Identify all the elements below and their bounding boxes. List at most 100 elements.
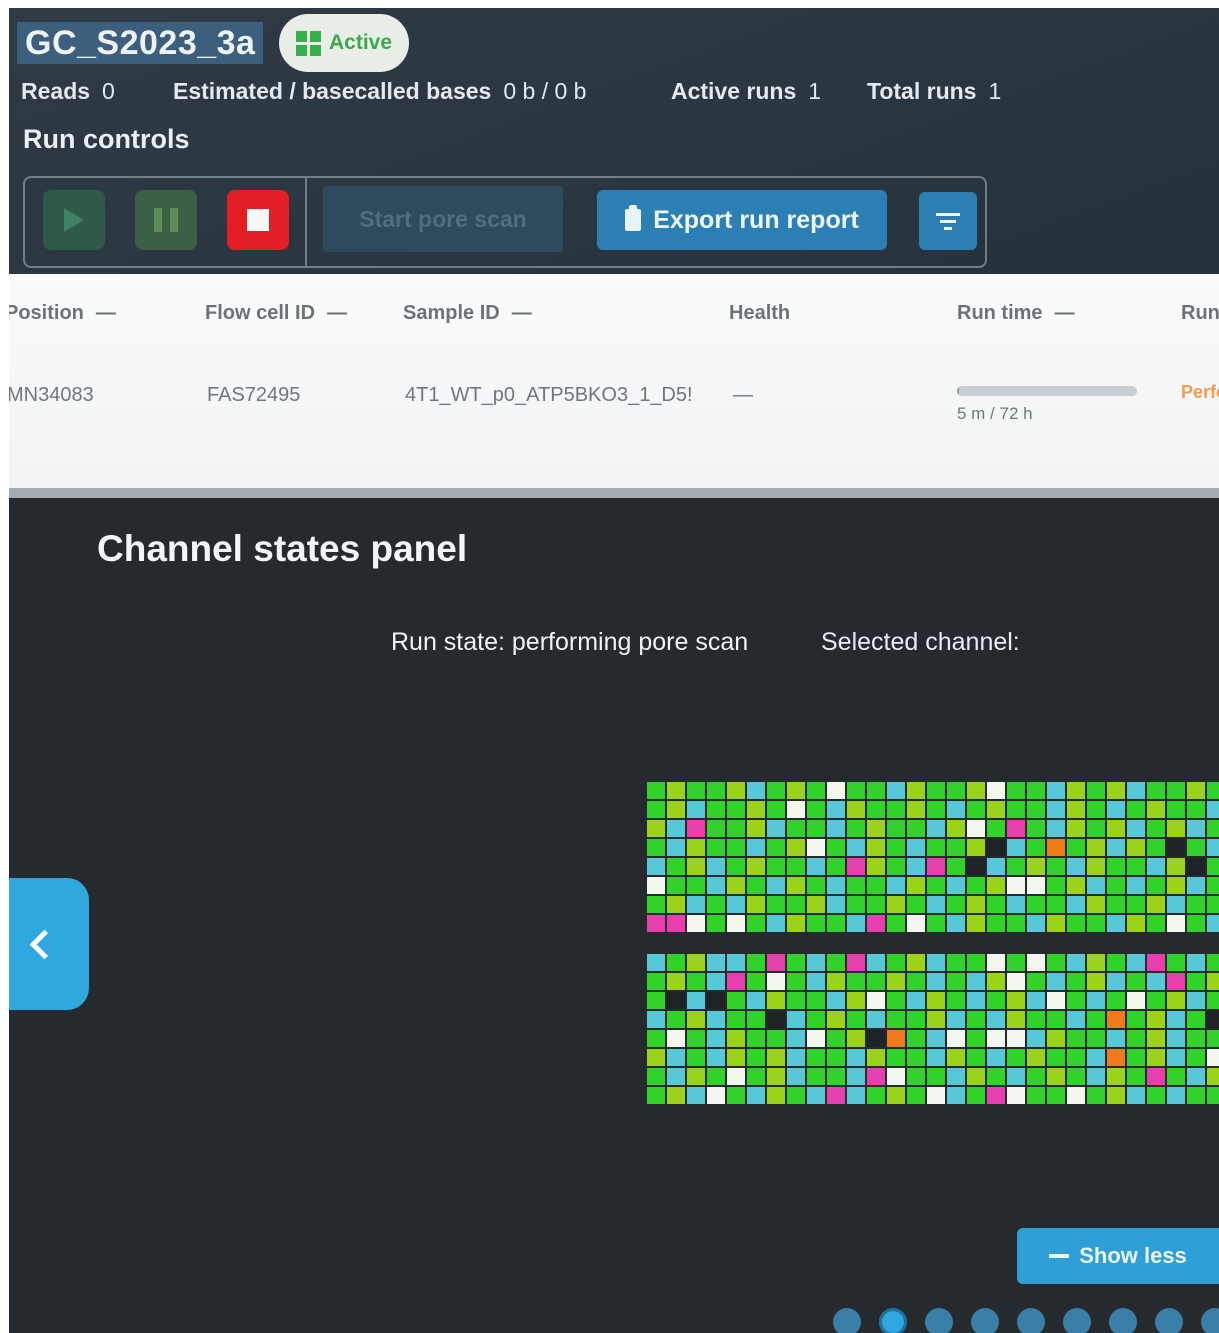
channel-cell[interactable] xyxy=(647,1087,665,1104)
channel-cell[interactable] xyxy=(1147,782,1165,799)
channel-cell[interactable] xyxy=(947,1068,965,1085)
channel-cell[interactable] xyxy=(647,915,665,932)
channel-cell[interactable] xyxy=(847,820,865,837)
channel-cell[interactable] xyxy=(767,915,785,932)
channel-cell[interactable] xyxy=(687,954,705,971)
channel-cell[interactable] xyxy=(787,858,805,875)
channel-cell[interactable] xyxy=(847,858,865,875)
channel-cell[interactable] xyxy=(967,1030,985,1047)
channel-cell[interactable] xyxy=(1127,839,1145,856)
channel-cell[interactable] xyxy=(1187,1068,1205,1085)
channel-cell[interactable] xyxy=(787,896,805,913)
channel-cell[interactable] xyxy=(747,896,765,913)
channel-cell[interactable] xyxy=(1007,915,1025,932)
channel-cell[interactable] xyxy=(1107,877,1125,894)
channel-cell[interactable] xyxy=(987,1030,1005,1047)
page-dot[interactable] xyxy=(971,1308,999,1333)
channel-cell[interactable] xyxy=(927,915,945,932)
channel-cell[interactable] xyxy=(867,820,885,837)
channel-cell[interactable] xyxy=(747,992,765,1009)
channel-cell[interactable] xyxy=(847,877,865,894)
channel-cell[interactable] xyxy=(1087,973,1105,990)
channel-cell[interactable] xyxy=(827,782,845,799)
channel-cell[interactable] xyxy=(1167,1049,1185,1066)
channel-cell[interactable] xyxy=(787,801,805,818)
channel-cell[interactable] xyxy=(1147,858,1165,875)
channel-cell[interactable] xyxy=(1167,896,1185,913)
channel-cell[interactable] xyxy=(747,973,765,990)
channel-cell[interactable] xyxy=(947,992,965,1009)
channel-cell[interactable] xyxy=(1207,801,1219,818)
channel-cell[interactable] xyxy=(1187,973,1205,990)
channel-cell[interactable] xyxy=(1027,782,1045,799)
channel-cell[interactable] xyxy=(1087,954,1105,971)
channel-cell[interactable] xyxy=(1007,858,1025,875)
channel-cell[interactable] xyxy=(667,820,685,837)
channel-cell[interactable] xyxy=(827,1030,845,1047)
export-run-report-button[interactable]: Export run report xyxy=(597,190,887,250)
channel-cell[interactable] xyxy=(827,915,845,932)
channel-cell[interactable] xyxy=(647,820,665,837)
channel-cell[interactable] xyxy=(847,1087,865,1104)
channel-cell[interactable] xyxy=(747,1011,765,1028)
channel-cell[interactable] xyxy=(1067,954,1085,971)
channel-cell[interactable] xyxy=(1027,992,1045,1009)
channel-cell[interactable] xyxy=(1007,877,1025,894)
channel-cell[interactable] xyxy=(1167,1030,1185,1047)
column-header-sample-id[interactable]: Sample ID — xyxy=(403,302,532,325)
channel-cell[interactable] xyxy=(1067,820,1085,837)
channel-cell[interactable] xyxy=(667,954,685,971)
channel-cell[interactable] xyxy=(807,915,825,932)
channel-cell[interactable] xyxy=(667,877,685,894)
channel-cell[interactable] xyxy=(1187,839,1205,856)
channel-cell[interactable] xyxy=(787,1068,805,1085)
channel-cell[interactable] xyxy=(1107,858,1125,875)
channel-cell[interactable] xyxy=(947,1011,965,1028)
channel-cell[interactable] xyxy=(767,858,785,875)
channel-cell[interactable] xyxy=(867,801,885,818)
channel-cell[interactable] xyxy=(707,839,725,856)
channel-cell[interactable] xyxy=(1067,801,1085,818)
channel-cell[interactable] xyxy=(1047,820,1065,837)
channel-cell[interactable] xyxy=(1027,973,1045,990)
channel-cell[interactable] xyxy=(1027,896,1045,913)
channel-cell[interactable] xyxy=(807,896,825,913)
channel-cell[interactable] xyxy=(707,915,725,932)
channel-cell[interactable] xyxy=(1187,1087,1205,1104)
channel-cell[interactable] xyxy=(727,1087,745,1104)
channel-cell[interactable] xyxy=(867,877,885,894)
channel-cell[interactable] xyxy=(647,992,665,1009)
channel-cell[interactable] xyxy=(687,782,705,799)
channel-cell[interactable] xyxy=(847,801,865,818)
channel-cell[interactable] xyxy=(747,954,765,971)
channel-cell[interactable] xyxy=(887,801,905,818)
channel-cell[interactable] xyxy=(707,896,725,913)
channel-cell[interactable] xyxy=(1067,896,1085,913)
channel-cell[interactable] xyxy=(907,877,925,894)
channel-cell[interactable] xyxy=(1207,839,1219,856)
channel-cell[interactable] xyxy=(867,973,885,990)
channel-cell[interactable] xyxy=(787,992,805,1009)
channel-cell[interactable] xyxy=(1207,877,1219,894)
channel-cell[interactable] xyxy=(1107,1068,1125,1085)
channel-cell[interactable] xyxy=(827,1011,845,1028)
channel-cell[interactable] xyxy=(667,1011,685,1028)
channel-cell[interactable] xyxy=(967,839,985,856)
channel-cell[interactable] xyxy=(667,973,685,990)
start-pore-scan-button[interactable]: Start pore scan xyxy=(323,186,563,252)
channel-cell[interactable] xyxy=(967,1011,985,1028)
channel-cell[interactable] xyxy=(847,973,865,990)
channel-cell[interactable] xyxy=(1187,801,1205,818)
channel-cell[interactable] xyxy=(887,973,905,990)
channel-cell[interactable] xyxy=(927,801,945,818)
channel-cell[interactable] xyxy=(847,839,865,856)
channel-cell[interactable] xyxy=(707,992,725,1009)
channel-cell[interactable] xyxy=(1047,1030,1065,1047)
channel-cell[interactable] xyxy=(727,1011,745,1028)
channel-cell[interactable] xyxy=(927,1049,945,1066)
channel-cell[interactable] xyxy=(1027,877,1045,894)
channel-cell[interactable] xyxy=(847,1068,865,1085)
channel-cell[interactable] xyxy=(727,877,745,894)
channel-cell[interactable] xyxy=(727,839,745,856)
channel-cell[interactable] xyxy=(1087,858,1105,875)
